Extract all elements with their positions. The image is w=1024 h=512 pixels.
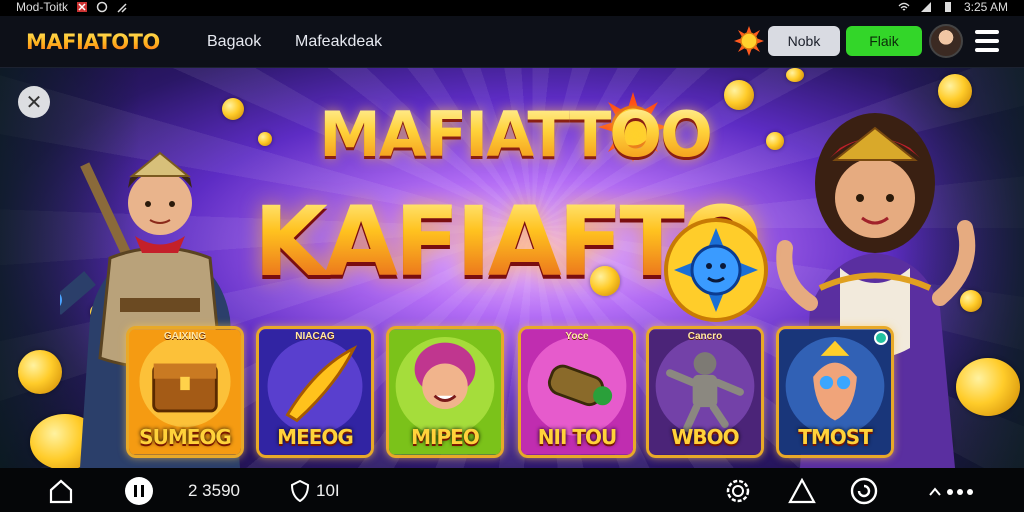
game-tile[interactable]: Yoce NII TOU bbox=[518, 326, 636, 458]
hero-banner: ✕ MAFIATTOO KAFIAFTO GAIXING SUMEOG NIAC… bbox=[0, 68, 1024, 468]
game-tile-tag: Cancro bbox=[687, 331, 723, 342]
warning-icon bbox=[788, 478, 816, 504]
blue-sun-coin-icon bbox=[664, 218, 768, 322]
register-button[interactable]: Flaik bbox=[846, 26, 922, 56]
battery-icon bbox=[944, 2, 951, 12]
shield-value: 10I bbox=[316, 481, 340, 500]
cellular-icon bbox=[920, 2, 931, 12]
more-icon bbox=[929, 487, 973, 496]
game-tiles-row: GAIXING SUMEOG NIACAG MEEOG MIPEO Yoce N… bbox=[0, 326, 1024, 466]
hero-title-line1: MAFIATTOO bbox=[300, 98, 730, 171]
game-tile[interactable]: Cancro WBOO bbox=[646, 326, 764, 458]
game-tile[interactable]: TMOST bbox=[776, 326, 894, 458]
status-bar-time: 3:25 AM bbox=[963, 0, 1008, 14]
status-bar-carrier: Mod-Toitk bbox=[16, 0, 69, 14]
sync-icon bbox=[96, 1, 108, 13]
coin-icon bbox=[258, 132, 272, 146]
wifi-icon bbox=[898, 2, 910, 11]
site-logo[interactable]: MAFIATOTO bbox=[26, 30, 160, 54]
game-tile-name: SUMEOG bbox=[139, 425, 232, 449]
home-button[interactable] bbox=[48, 478, 74, 504]
game-tile-tag: Yoce bbox=[565, 331, 589, 342]
status-bar: Mod-Toitk 3:25 AM bbox=[0, 0, 1024, 16]
game-tile-name: WBOO bbox=[671, 425, 739, 449]
coin-icon bbox=[786, 68, 804, 82]
tools-icon[interactable]: ✕ bbox=[18, 86, 50, 118]
gear-icon bbox=[726, 479, 750, 503]
game-tile-name: MIPEO bbox=[411, 425, 480, 449]
game-tile-tag: NIACAG bbox=[295, 331, 335, 342]
signal-icon bbox=[117, 3, 127, 13]
refresh-icon bbox=[850, 477, 878, 505]
balance-display: 2 3590 bbox=[188, 478, 240, 504]
login-button[interactable]: Nobk bbox=[768, 26, 840, 56]
game-tile[interactable]: NIACAG MEEOG bbox=[256, 326, 374, 458]
home-icon bbox=[49, 479, 73, 504]
nav-link-1[interactable]: Bagaok bbox=[207, 33, 261, 51]
game-tile-name: MEEOG bbox=[277, 425, 354, 449]
bottom-navigation: 2 3590 10I bbox=[0, 468, 1024, 512]
game-tile-name: NII TOU bbox=[537, 425, 617, 449]
top-navigation: MAFIATOTO Bagaok Mafeakdeak Nobk Flaik bbox=[0, 16, 1024, 68]
game-tile[interactable]: GAIXING SUMEOG bbox=[126, 326, 244, 458]
game-tile-tag: GAIXING bbox=[163, 331, 207, 342]
warning-button[interactable] bbox=[788, 478, 816, 504]
nav-link-2[interactable]: Mafeakdeak bbox=[295, 33, 382, 51]
more-button[interactable] bbox=[928, 478, 978, 504]
sun-badge-icon[interactable] bbox=[734, 26, 764, 56]
refresh-button[interactable] bbox=[850, 477, 878, 505]
badge-dot-icon bbox=[874, 331, 888, 345]
user-avatar[interactable] bbox=[929, 24, 963, 58]
pause-icon bbox=[125, 477, 153, 505]
pause-button[interactable] bbox=[124, 477, 154, 505]
shield-icon bbox=[290, 480, 310, 502]
settings-button[interactable] bbox=[724, 478, 752, 504]
hamburger-menu-icon[interactable] bbox=[975, 30, 999, 52]
notification-icon bbox=[77, 2, 88, 12]
balance-value: 2 3590 bbox=[188, 481, 240, 500]
shield-display[interactable]: 10I bbox=[290, 478, 340, 504]
game-tile-name: TMOST bbox=[798, 425, 873, 449]
game-tile[interactable]: MIPEO bbox=[386, 326, 504, 458]
